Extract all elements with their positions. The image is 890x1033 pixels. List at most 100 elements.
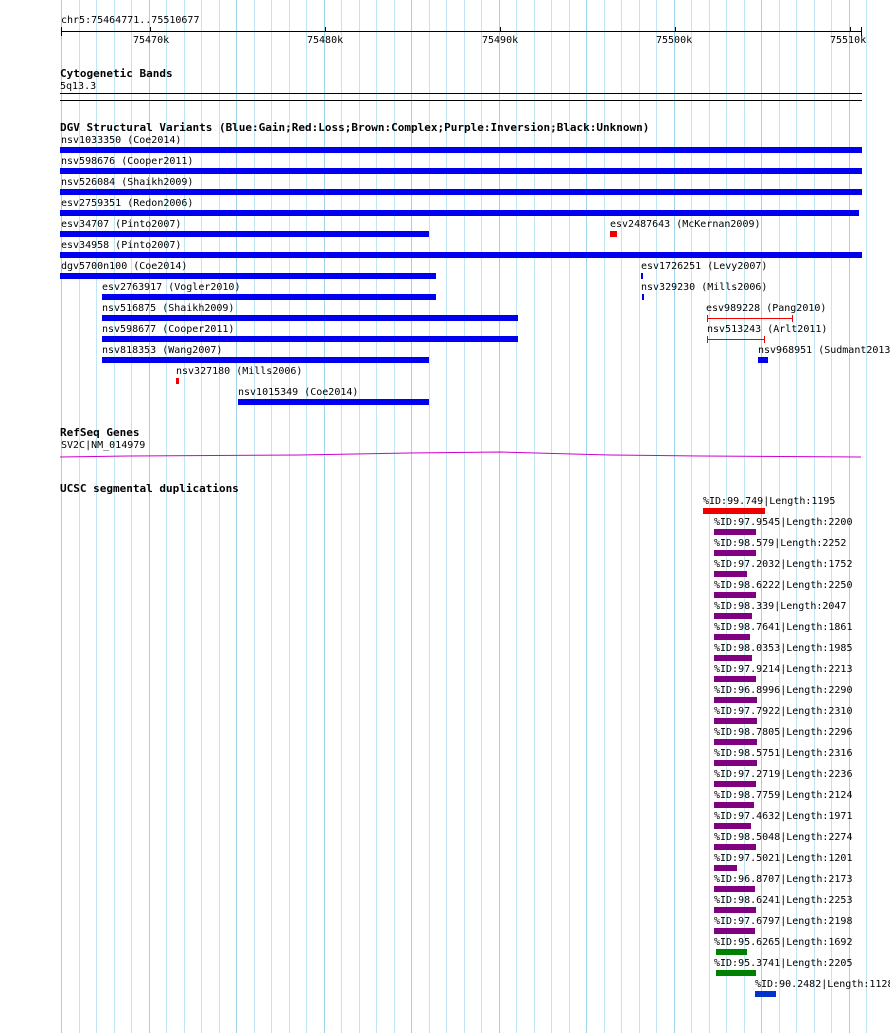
variant-bar[interactable]	[60, 231, 429, 237]
segdup-label[interactable]: %ID:98.6241|Length:2253	[714, 895, 852, 906]
grid-line	[499, 0, 500, 1033]
segdup-bar[interactable]	[714, 655, 752, 661]
segdup-track-title[interactable]: UCSC segmental duplications	[60, 483, 239, 495]
segdup-bar[interactable]	[714, 634, 750, 640]
segdup-bar[interactable]	[714, 592, 756, 598]
segdup-label[interactable]: %ID:98.7805|Length:2296	[714, 727, 852, 738]
segdup-bar[interactable]	[714, 718, 757, 724]
variant-label[interactable]: dgv5700n100 (Coe2014)	[61, 261, 187, 272]
segdup-bar[interactable]	[714, 907, 756, 913]
segdup-bar[interactable]	[714, 550, 756, 556]
segdup-bar[interactable]	[714, 676, 756, 682]
segdup-bar[interactable]	[714, 844, 756, 850]
segdup-bar[interactable]	[714, 823, 751, 829]
segdup-bar[interactable]	[714, 739, 757, 745]
segdup-label[interactable]: %ID:96.8707|Length:2173	[714, 874, 852, 885]
segdup-label[interactable]: %ID:90.2482|Length:1128	[755, 979, 890, 990]
segdup-label[interactable]: %ID:98.339|Length:2047	[714, 601, 846, 612]
variant-label[interactable]: nsv526084 (Shaikh2009)	[61, 177, 193, 188]
segdup-label[interactable]: %ID:97.5021|Length:1201	[714, 853, 852, 864]
variant-label[interactable]: nsv598676 (Cooper2011)	[61, 156, 193, 167]
segdup-label[interactable]: %ID:95.6265|Length:1692	[714, 937, 852, 948]
segdup-label[interactable]: %ID:98.0353|Length:1985	[714, 643, 852, 654]
variant-label[interactable]: nsv1033350 (Coe2014)	[61, 135, 181, 146]
segdup-bar[interactable]	[714, 571, 747, 577]
grid-line	[516, 0, 517, 1033]
variant-label[interactable]: esv2759351 (Redon2006)	[61, 198, 193, 209]
grid-line	[866, 0, 867, 1033]
segdup-bar[interactable]	[714, 886, 755, 892]
ruler-tick	[150, 27, 151, 32]
segdup-label[interactable]: %ID:97.7922|Length:2310	[714, 706, 852, 717]
variant-label[interactable]: esv1726251 (Levy2007)	[641, 261, 767, 272]
segdup-bar[interactable]	[714, 760, 757, 766]
variant-label[interactable]: nsv818353 (Wang2007)	[102, 345, 222, 356]
variant-bar[interactable]	[102, 294, 436, 300]
variant-label[interactable]: nsv516875 (Shaikh2009)	[102, 303, 234, 314]
refseq-track-title[interactable]: RefSeq Genes	[60, 427, 139, 439]
variant-label[interactable]: nsv513243 (Arlt2011)	[707, 324, 827, 335]
variant-label[interactable]: nsv598677 (Cooper2011)	[102, 324, 234, 335]
variant-bar[interactable]	[60, 273, 436, 279]
variant-bar[interactable]	[102, 315, 518, 321]
variant-label[interactable]: nsv968951 (Sudmant2013	[758, 345, 890, 356]
segdup-label[interactable]: %ID:97.6797|Length:2198	[714, 916, 852, 927]
genome-browser-view: chr5:75464771..75510677 75470k 75480k 75…	[0, 0, 890, 1033]
cytoband-track-title[interactable]: Cytogenetic Bands	[60, 68, 173, 80]
variant-label[interactable]: nsv327180 (Mills2006)	[176, 366, 302, 377]
segdup-bar[interactable]	[703, 508, 765, 514]
segdup-label[interactable]: %ID:98.579|Length:2252	[714, 538, 846, 549]
variant-bar[interactable]	[610, 231, 617, 237]
variant-bar[interactable]	[60, 168, 862, 174]
variant-bar[interactable]	[60, 147, 862, 153]
variant-bar[interactable]	[758, 357, 768, 363]
grid-line	[376, 0, 377, 1033]
segdup-label[interactable]: %ID:97.9214|Length:2213	[714, 664, 852, 675]
ruler-tick	[500, 27, 501, 32]
variant-label[interactable]: esv34958 (Pinto2007)	[61, 240, 181, 251]
segdup-bar[interactable]	[755, 991, 776, 997]
variant-bar[interactable]	[707, 339, 765, 340]
variant-label[interactable]: nsv329230 (Mills2006)	[641, 282, 767, 293]
segdup-label[interactable]: %ID:97.2719|Length:2236	[714, 769, 852, 780]
variant-bar[interactable]	[102, 336, 518, 342]
variant-label[interactable]: esv2763917 (Vogler2010)	[102, 282, 240, 293]
segdup-label[interactable]: %ID:98.5751|Length:2316	[714, 748, 852, 759]
segdup-label[interactable]: %ID:98.6222|Length:2250	[714, 580, 852, 591]
variant-bar[interactable]	[642, 294, 644, 300]
segdup-label[interactable]: %ID:98.5048|Length:2274	[714, 832, 852, 843]
variant-bar[interactable]	[641, 273, 643, 279]
segdup-label[interactable]: %ID:95.3741|Length:2205	[714, 958, 852, 969]
segdup-label[interactable]: %ID:99.749|Length:1195	[703, 496, 835, 507]
segdup-label[interactable]: %ID:98.7641|Length:1861	[714, 622, 852, 633]
ruler-tick	[850, 27, 851, 32]
segdup-label[interactable]: %ID:97.4632|Length:1971	[714, 811, 852, 822]
dgv-track-title[interactable]: DGV Structural Variants (Blue:Gain;Red:L…	[60, 122, 649, 134]
segdup-bar[interactable]	[714, 865, 737, 871]
segdup-label[interactable]: %ID:97.9545|Length:2200	[714, 517, 852, 528]
segdup-bar[interactable]	[714, 928, 755, 934]
cytoband-label[interactable]: 5q13.3	[60, 81, 96, 92]
variant-bar[interactable]	[60, 189, 862, 195]
segdup-label[interactable]: %ID:96.8996|Length:2290	[714, 685, 852, 696]
variant-bar[interactable]	[707, 318, 793, 319]
variant-bar[interactable]	[60, 210, 859, 216]
segdup-bar[interactable]	[714, 529, 756, 535]
segdup-label[interactable]: %ID:97.2032|Length:1752	[714, 559, 852, 570]
gene-model[interactable]	[0, 448, 890, 464]
segdup-label[interactable]: %ID:98.7759|Length:2124	[714, 790, 852, 801]
variant-label[interactable]: esv2487643 (McKernan2009)	[610, 219, 761, 230]
variant-label[interactable]: esv34707 (Pinto2007)	[61, 219, 181, 230]
segdup-bar[interactable]	[714, 802, 754, 808]
segdup-bar[interactable]	[714, 613, 752, 619]
variant-label[interactable]: esv989228 (Pang2010)	[706, 303, 826, 314]
segdup-bar[interactable]	[714, 781, 756, 787]
variant-bar[interactable]	[60, 252, 862, 258]
segdup-bar[interactable]	[714, 697, 757, 703]
variant-bar[interactable]	[176, 378, 179, 384]
variant-bar[interactable]	[238, 399, 429, 405]
segdup-bar[interactable]	[716, 949, 747, 955]
variant-bar[interactable]	[102, 357, 429, 363]
segdup-bar[interactable]	[716, 970, 756, 976]
variant-label[interactable]: nsv1015349 (Coe2014)	[238, 387, 358, 398]
